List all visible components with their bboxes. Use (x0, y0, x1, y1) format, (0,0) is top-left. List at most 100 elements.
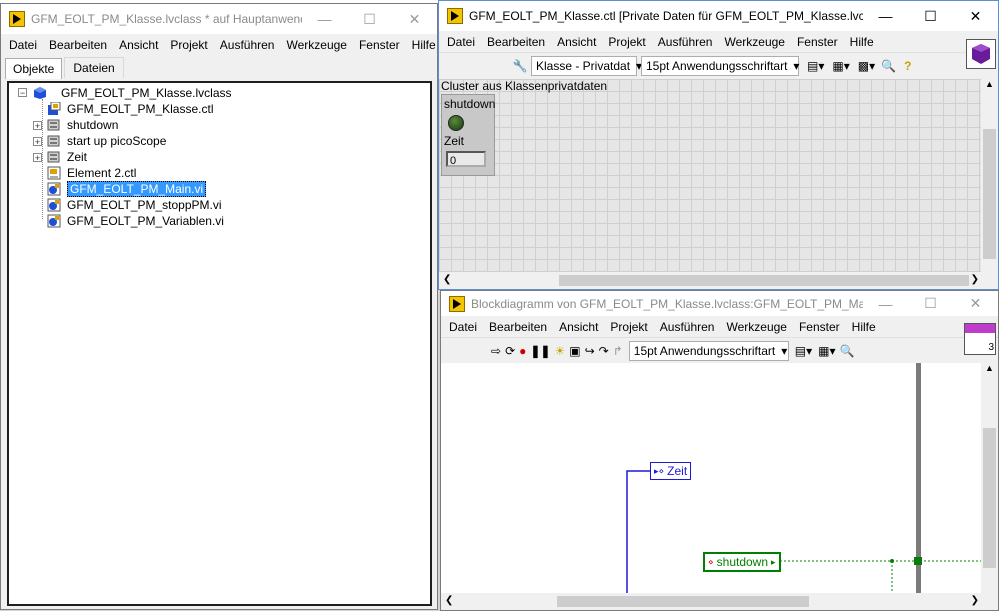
project-tree: − GFM_EOLT_PM_Klasse.lvclass GFM_EOLT_PM… (7, 81, 432, 606)
search-icon[interactable]: 🔍 (881, 56, 896, 76)
menu-bearbeiten[interactable]: Bearbeiten (481, 35, 551, 49)
scroll-thumb[interactable] (557, 596, 809, 607)
menu-fenster[interactable]: Fenster (793, 320, 846, 334)
tree-item[interactable]: GFM_EOLT_PM_stoppPM.vi (47, 197, 222, 213)
expand-toggle[interactable]: + (33, 153, 42, 163)
menu-bearbeiten[interactable]: Bearbeiten (43, 38, 113, 52)
tree-root[interactable]: GFM_EOLT_PM_Klasse.lvclass (33, 85, 232, 101)
retain-wire-values-icon[interactable]: ▣ (569, 341, 580, 361)
scroll-left-arrow[interactable]: ❮ (443, 274, 451, 285)
expand-toggle[interactable]: + (33, 137, 42, 147)
block-diagram-canvas[interactable]: ▸⋄ Zeit ⋄ shutdown ▸ (441, 363, 983, 595)
menu-fenster[interactable]: Fenster (791, 35, 844, 49)
menu-projekt[interactable]: Projekt (164, 38, 213, 52)
tree-item[interactable]: GFM_EOLT_PM_Variablen.vi (47, 213, 224, 229)
ctl-class-icon (47, 101, 61, 116)
collapse-root-toggle[interactable]: − (18, 88, 27, 98)
cluster-control[interactable]: shutdown Zeit 0 (441, 94, 495, 176)
menu-ausfuehren[interactable]: Ausführen (214, 38, 281, 52)
cluster-label: Cluster aus Klassenprivatdaten (441, 79, 608, 93)
menu-datei[interactable]: Datei (441, 35, 481, 49)
search-icon[interactable]: 🔍 (840, 341, 855, 361)
maximize-button[interactable]: ☐ (908, 1, 953, 31)
minimize-button[interactable]: — (302, 4, 347, 34)
tab-objekte[interactable]: Objekte (5, 58, 63, 79)
menu-werkzeuge[interactable]: Werkzeuge (280, 38, 352, 52)
scroll-right-arrow[interactable]: ❯ (971, 595, 979, 606)
menu-ansicht[interactable]: Ansicht (113, 38, 164, 52)
distribute-objects-icon[interactable]: ▦▾ (818, 341, 835, 361)
shutdown-unbundle-node[interactable]: ⋄ shutdown ▸ (703, 552, 781, 572)
scroll-thumb[interactable] (983, 428, 996, 568)
tab-dateien[interactable]: Dateien (64, 57, 124, 78)
tree-item[interactable]: Zeit (47, 149, 87, 165)
step-into-icon[interactable]: ↪ (585, 341, 595, 361)
scroll-thumb[interactable] (559, 275, 969, 286)
menu-projekt[interactable]: Projekt (602, 35, 651, 49)
ctl-titlebar[interactable]: GFM_EOLT_PM_Klasse.ctl [Private Daten fü… (439, 1, 998, 31)
help-icon[interactable]: ? (904, 56, 911, 76)
menu-datei[interactable]: Datei (3, 38, 43, 52)
ctl-icon (47, 166, 61, 180)
tree-item-label: GFM_EOLT_PM_stoppPM.vi (67, 198, 222, 212)
ctl-vertical-scrollbar[interactable]: ▲ (981, 79, 998, 272)
pause-icon[interactable]: ❚❚ (530, 341, 550, 361)
menu-bearbeiten[interactable]: Bearbeiten (483, 320, 553, 334)
zeit-unbundle-node[interactable]: ▸⋄ Zeit (650, 462, 692, 480)
tree-item[interactable]: GFM_EOLT_PM_Klasse.ctl (47, 101, 213, 117)
align-objects-icon[interactable]: ▤▾ (795, 341, 812, 361)
tree-item[interactable]: start up picoScope (47, 133, 166, 149)
minimize-button[interactable]: — (863, 1, 908, 31)
scroll-right-arrow[interactable]: ❯ (971, 274, 979, 285)
step-out-icon[interactable]: ↱ (613, 341, 623, 361)
close-button[interactable]: ✕ (392, 4, 437, 34)
run-arrow-icon[interactable]: ⇨ (491, 341, 501, 361)
menu-hilfe[interactable]: Hilfe (844, 35, 880, 49)
zeit-numeric-control[interactable]: 0 (446, 151, 486, 167)
minimize-button[interactable]: — (863, 291, 908, 316)
font-dropdown[interactable]: 15pt Anwendungsschriftart ▾ (641, 56, 799, 76)
abort-icon[interactable]: ● (519, 341, 526, 361)
align-objects-icon[interactable]: ▤▾ (807, 56, 824, 76)
menu-hilfe[interactable]: Hilfe (846, 320, 882, 334)
tree-item[interactable]: shutdown (47, 117, 118, 133)
menu-ansicht[interactable]: Ansicht (551, 35, 602, 49)
scroll-up-arrow[interactable]: ▲ (985, 79, 994, 89)
menu-ansicht[interactable]: Ansicht (553, 320, 604, 334)
project-titlebar[interactable]: GFM_EOLT_PM_Klasse.lvclass * auf Hauptan… (1, 4, 437, 34)
menu-datei[interactable]: Datei (443, 320, 483, 334)
highlight-execution-icon[interactable]: ☀ (554, 341, 565, 361)
menu-projekt[interactable]: Projekt (604, 320, 653, 334)
maximize-button[interactable]: ☐ (347, 4, 392, 34)
ctl-horizontal-scrollbar[interactable]: ❮ ❯ (439, 272, 983, 289)
bd-titlebar[interactable]: Blockdiagramm von GFM_EOLT_PM_Klasse.lvc… (441, 291, 998, 316)
run-continuously-icon[interactable]: ⟳ (505, 341, 515, 361)
bd-vertical-scrollbar[interactable]: ▲ (981, 363, 998, 595)
step-over-icon[interactable]: ↷ (599, 341, 609, 361)
menu-ausfuehren[interactable]: Ausführen (652, 35, 719, 49)
close-button[interactable]: ✕ (953, 1, 998, 31)
front-panel-canvas[interactable]: Cluster aus Klassenprivatdaten shutdown … (439, 79, 983, 272)
bd-horizontal-scrollbar[interactable]: ❮ ❯ (441, 593, 983, 610)
scroll-left-arrow[interactable]: ❮ (445, 595, 453, 606)
vi-icon-panel: 3 (964, 323, 996, 355)
tree-item-selected[interactable]: GFM_EOLT_PM_Main.vi (47, 181, 207, 197)
tree-item[interactable]: Element 2.ctl (47, 165, 136, 181)
resize-objects-icon[interactable]: ▩▾ (858, 56, 875, 76)
menu-hilfe[interactable]: Hilfe (406, 38, 437, 52)
font-dropdown[interactable]: 15pt Anwendungsschriftart ▾ (628, 341, 789, 361)
menu-werkzeuge[interactable]: Werkzeuge (718, 35, 790, 49)
expand-toggle[interactable]: + (33, 121, 42, 131)
maximize-button[interactable]: ☐ (908, 291, 953, 316)
shutdown-led[interactable] (448, 115, 464, 131)
distribute-objects-icon[interactable]: ▦▾ (832, 56, 849, 76)
wrench-icon[interactable]: 🔧 (511, 56, 529, 76)
class-type-dropdown[interactable]: Klasse - Privatdat ▾ (531, 56, 642, 76)
menu-ausfuehren[interactable]: Ausführen (654, 320, 721, 334)
menu-fenster[interactable]: Fenster (353, 38, 406, 52)
close-button[interactable]: ✕ (953, 291, 998, 316)
scroll-up-arrow[interactable]: ▲ (985, 363, 994, 373)
menu-werkzeuge[interactable]: Werkzeuge (720, 320, 792, 334)
class-type-value: Klasse - Privatdat (536, 59, 631, 73)
scroll-thumb[interactable] (983, 129, 996, 259)
